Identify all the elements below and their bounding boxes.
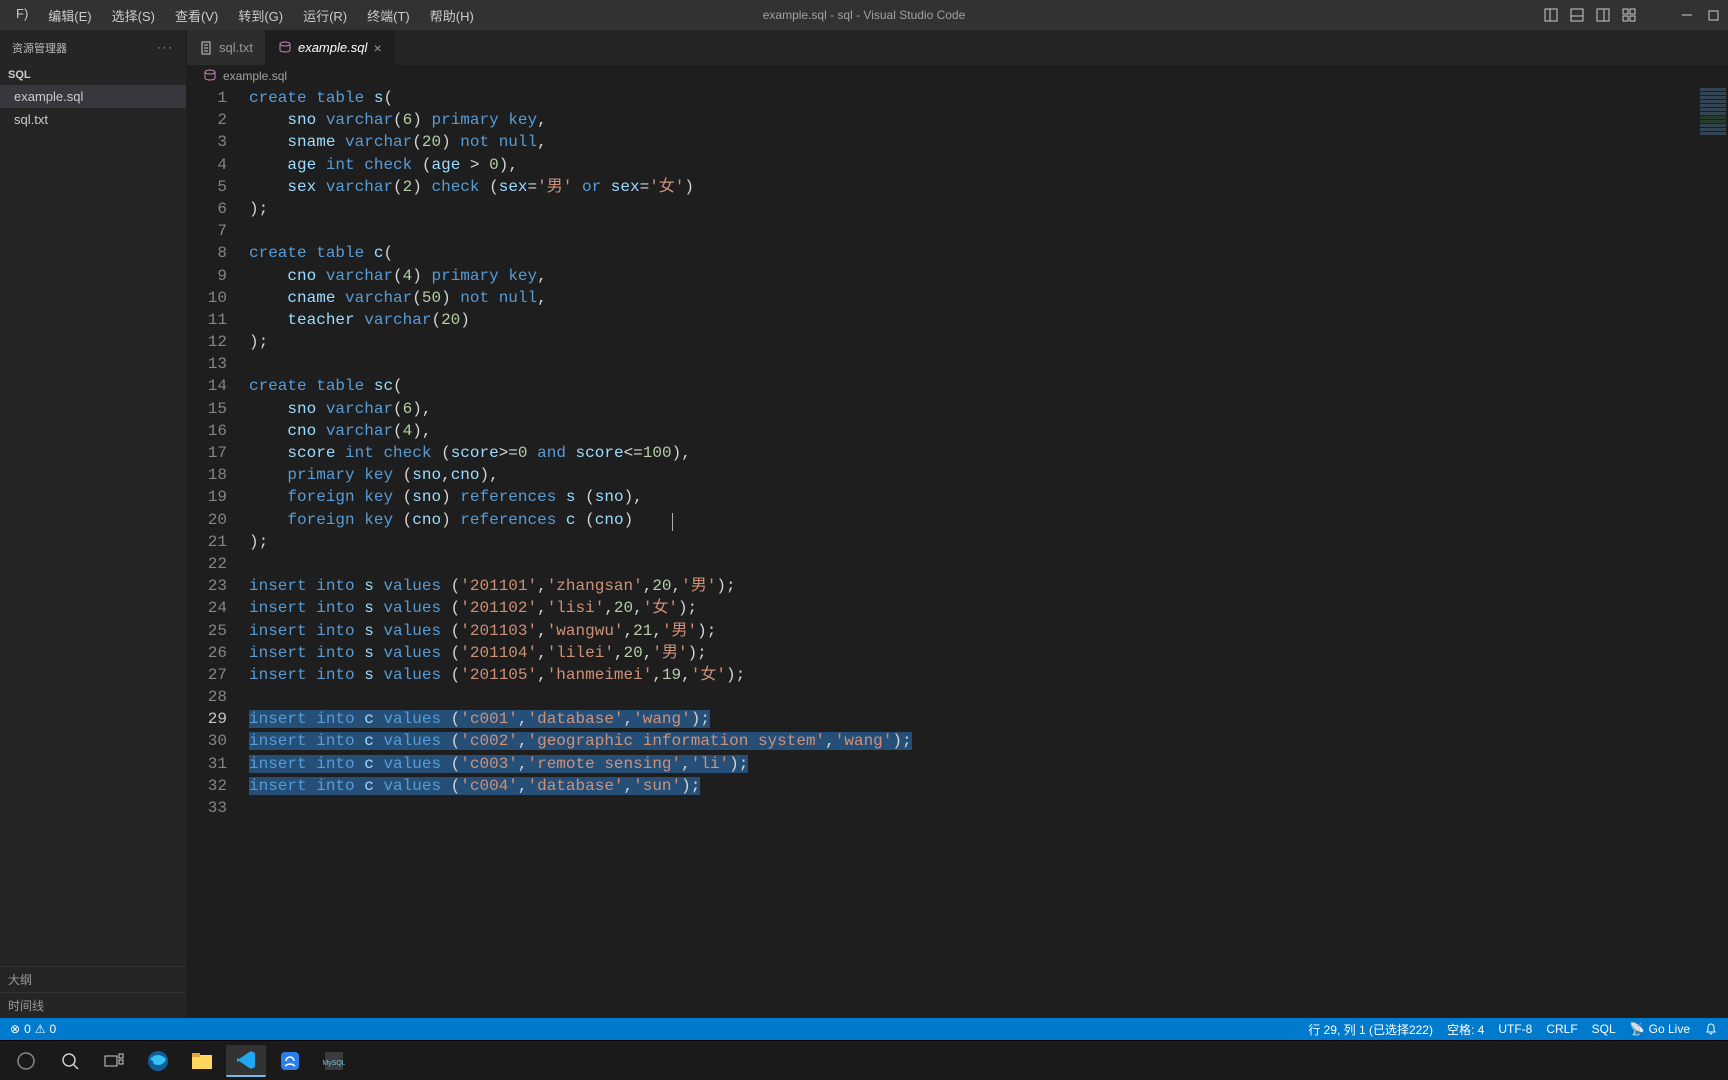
taskbar-start[interactable] — [6, 1045, 46, 1077]
titlebar: F)编辑(E)选择(S)查看(V)转到(G)运行(R)终端(T)帮助(H) ex… — [0, 0, 1728, 30]
editor-tabs: sql.txt example.sql × — [187, 30, 1728, 65]
menu-选择s[interactable]: 选择(S) — [104, 2, 163, 29]
sidebar: 资源管理器 ··· SQL example.sqlsql.txt 大纲 时间线 — [0, 30, 187, 1018]
tab-label: example.sql — [298, 40, 367, 55]
taskbar-search[interactable] — [50, 1045, 90, 1077]
menubar: F)编辑(E)选择(S)查看(V)转到(G)运行(R)终端(T)帮助(H) — [8, 2, 482, 29]
menu-转到g[interactable]: 转到(G) — [230, 2, 291, 29]
window-controls — [1544, 8, 1720, 22]
minimize-icon[interactable] — [1680, 8, 1694, 22]
line-gutter: 1234567891011121314151617181920212223242… — [187, 87, 245, 1018]
status-encoding[interactable]: UTF-8 — [1498, 1022, 1532, 1036]
maximize-icon[interactable] — [1706, 8, 1720, 22]
statusbar: ⊗ 0 ⚠ 0 行 29, 列 1 (已选择222) 空格: 4 UTF-8 C… — [0, 1018, 1728, 1040]
close-icon[interactable]: × — [373, 40, 381, 56]
menu-编辑e[interactable]: 编辑(E) — [40, 2, 99, 29]
menu-查看v[interactable]: 查看(V) — [167, 2, 226, 29]
error-icon: ⊗ — [10, 1022, 20, 1036]
status-lang[interactable]: SQL — [1592, 1022, 1616, 1036]
broadcast-icon: 📡 — [1630, 1022, 1645, 1036]
explorer-more-icon[interactable]: ··· — [157, 42, 174, 54]
status-bell-icon[interactable] — [1704, 1022, 1718, 1036]
warning-icon: ⚠ — [35, 1022, 46, 1036]
taskbar-edge[interactable] — [138, 1045, 178, 1077]
status-position[interactable]: 行 29, 列 1 (已选择222) — [1308, 1021, 1433, 1038]
tab-example-sql[interactable]: example.sql × — [266, 30, 395, 65]
file-item[interactable]: sql.txt — [0, 108, 186, 131]
layout-toggle-icon[interactable] — [1544, 8, 1558, 22]
taskbar-app-meeting[interactable] — [270, 1045, 310, 1077]
minimap[interactable] — [1698, 87, 1728, 287]
status-golive[interactable]: 📡 Go Live — [1630, 1022, 1690, 1036]
breadcrumb[interactable]: example.sql — [187, 65, 1728, 87]
menu-帮助h[interactable]: 帮助(H) — [422, 2, 482, 29]
window-title: example.sql - sql - Visual Studio Code — [763, 8, 966, 22]
text-icon — [199, 41, 213, 55]
tab-label: sql.txt — [219, 40, 253, 55]
menu-运行r[interactable]: 运行(R) — [295, 2, 355, 29]
code-area[interactable]: 1234567891011121314151617181920212223242… — [187, 87, 1728, 1018]
status-problems[interactable]: ⊗ 0 ⚠ 0 — [10, 1022, 56, 1036]
layout-customize-icon[interactable] — [1622, 8, 1636, 22]
project-section[interactable]: SQL — [0, 65, 186, 85]
file-item[interactable]: example.sql — [0, 85, 186, 108]
database-icon — [203, 69, 217, 83]
taskbar-taskview[interactable] — [94, 1045, 134, 1077]
taskbar-app-mysql[interactable]: MySQL — [314, 1045, 354, 1077]
status-eol[interactable]: CRLF — [1546, 1022, 1577, 1036]
tab-sql-txt[interactable]: sql.txt — [187, 30, 266, 65]
menu-终端t[interactable]: 终端(T) — [359, 2, 418, 29]
explorer-title: 资源管理器 — [12, 40, 67, 56]
svg-text:MySQL: MySQL — [323, 1060, 345, 1067]
code-content[interactable]: create table s( sno varchar(6) primary k… — [245, 87, 1728, 1018]
database-icon — [278, 41, 292, 55]
status-spaces[interactable]: 空格: 4 — [1447, 1021, 1484, 1038]
outline-section[interactable]: 大纲 — [0, 966, 186, 992]
taskbar-explorer[interactable] — [182, 1045, 222, 1077]
menu-f[interactable]: F) — [8, 2, 36, 29]
editor: sql.txt example.sql × example.sql 12345678… — [187, 30, 1728, 1018]
taskbar-vscode[interactable] — [226, 1045, 266, 1077]
timeline-section[interactable]: 时间线 — [0, 992, 186, 1018]
panel-toggle-icon[interactable] — [1570, 8, 1584, 22]
taskbar: MySQL — [0, 1040, 1728, 1080]
sidebar-toggle-icon[interactable] — [1596, 8, 1610, 22]
breadcrumb-label: example.sql — [223, 69, 287, 83]
